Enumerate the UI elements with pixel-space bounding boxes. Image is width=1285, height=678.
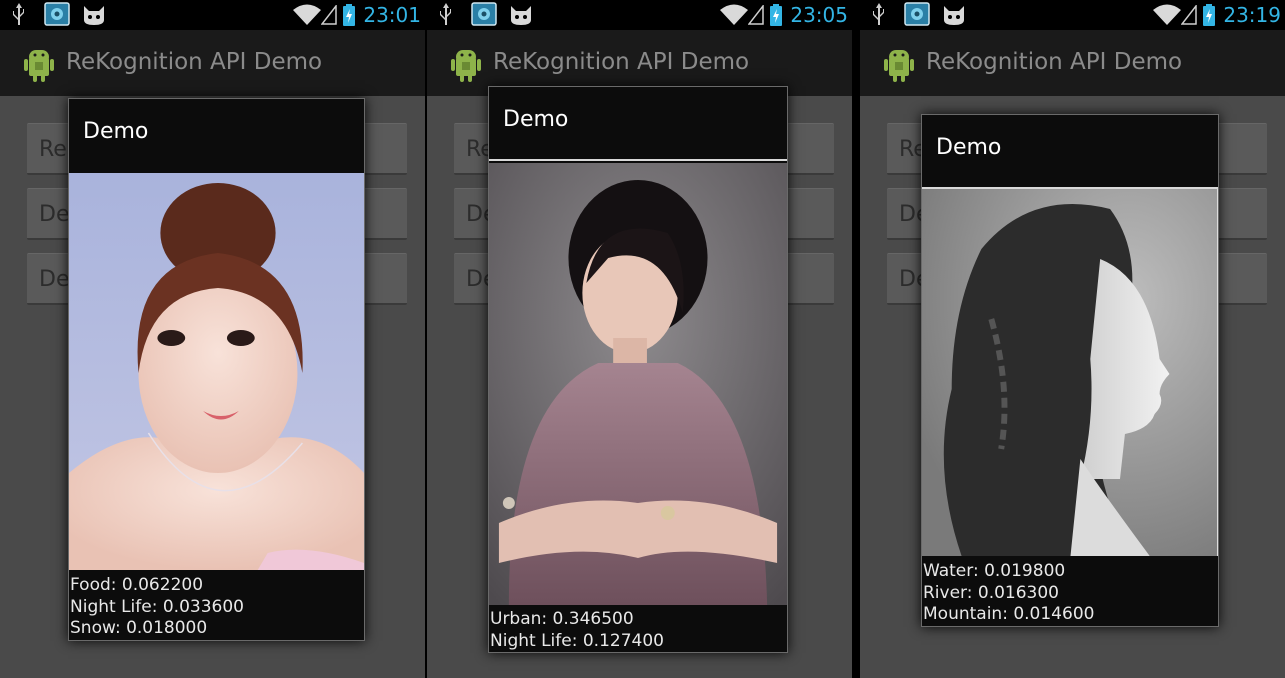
usb-icon bbox=[873, 3, 884, 25]
demo-dialog: Demo Food: 0.062200 Night Life: 0.033600… bbox=[68, 98, 365, 641]
cat-icon bbox=[944, 6, 964, 25]
dialog-title: Demo bbox=[83, 119, 149, 144]
cat-icon bbox=[511, 6, 531, 25]
phone-screen-1: 23:01 ReKognition API Demo Repick an ima… bbox=[0, 0, 425, 678]
usb-icon bbox=[13, 3, 24, 25]
wifi-icon bbox=[1153, 4, 1181, 25]
app-title: ReKognition API Demo bbox=[926, 49, 1183, 75]
result-item: Water: 0.019800 bbox=[923, 561, 1066, 581]
status-clock: 23:05 bbox=[790, 3, 848, 27]
cat-icon bbox=[84, 6, 104, 25]
phone-screen-2: 23:05 ReKognition API Demo Repick an ima… bbox=[427, 0, 852, 678]
result-item: Snow: 0.018000 bbox=[70, 618, 208, 638]
action-bar: ReKognition API Demo bbox=[860, 30, 1285, 96]
battery-icon bbox=[1203, 4, 1215, 26]
status-bar: 23:01 bbox=[0, 0, 425, 30]
status-bar: 23:05 bbox=[427, 0, 852, 30]
status-clock: 23:01 bbox=[363, 3, 421, 27]
usb-icon bbox=[440, 3, 451, 25]
demo-button-b-label: De bbox=[39, 267, 70, 292]
result-item: Food: 0.062200 bbox=[70, 575, 204, 595]
gallery-icon bbox=[471, 2, 497, 26]
phone-screen-3: 23:19 ReKognition API Demo Repick an ima… bbox=[860, 0, 1285, 678]
android-logo-icon bbox=[451, 50, 481, 82]
wifi-icon bbox=[720, 4, 748, 25]
demo-dialog: Demo Urban: 0.346500 Night Life: 0.12740… bbox=[488, 86, 788, 653]
status-bar: 23:19 bbox=[860, 0, 1285, 30]
demo-dialog: Demo Water: 0.019800 River: 0.016300 Mou… bbox=[921, 114, 1219, 627]
result-item: Mountain: 0.014600 bbox=[923, 604, 1095, 624]
dialog-title-divider bbox=[489, 159, 787, 161]
result-item: Urban: 0.346500 bbox=[490, 609, 634, 629]
action-bar: ReKognition API Demo bbox=[0, 30, 425, 96]
signal-icon bbox=[1181, 5, 1197, 25]
result-photo bbox=[922, 189, 1218, 556]
result-photo bbox=[489, 163, 787, 605]
status-clock: 23:19 bbox=[1223, 3, 1281, 27]
demo-button-a-label: De bbox=[39, 202, 70, 227]
app-title: ReKognition API Demo bbox=[66, 49, 323, 75]
signal-icon bbox=[748, 5, 764, 25]
wifi-icon bbox=[293, 4, 321, 25]
gallery-icon bbox=[44, 2, 70, 26]
dialog-title: Demo bbox=[936, 135, 1002, 160]
dialog-title: Demo bbox=[503, 107, 569, 132]
android-logo-icon bbox=[884, 50, 914, 82]
result-item: Night Life: 0.127400 bbox=[490, 630, 664, 651]
battery-icon bbox=[770, 4, 782, 26]
gallery-icon bbox=[904, 2, 930, 26]
result-item: River: 0.016300 bbox=[923, 582, 1059, 603]
signal-icon bbox=[321, 5, 337, 25]
battery-icon bbox=[343, 4, 355, 26]
app-title: ReKognition API Demo bbox=[493, 49, 750, 75]
result-item: Night Life: 0.033600 bbox=[70, 596, 244, 617]
android-logo-icon bbox=[24, 50, 54, 82]
result-photo bbox=[69, 173, 364, 570]
